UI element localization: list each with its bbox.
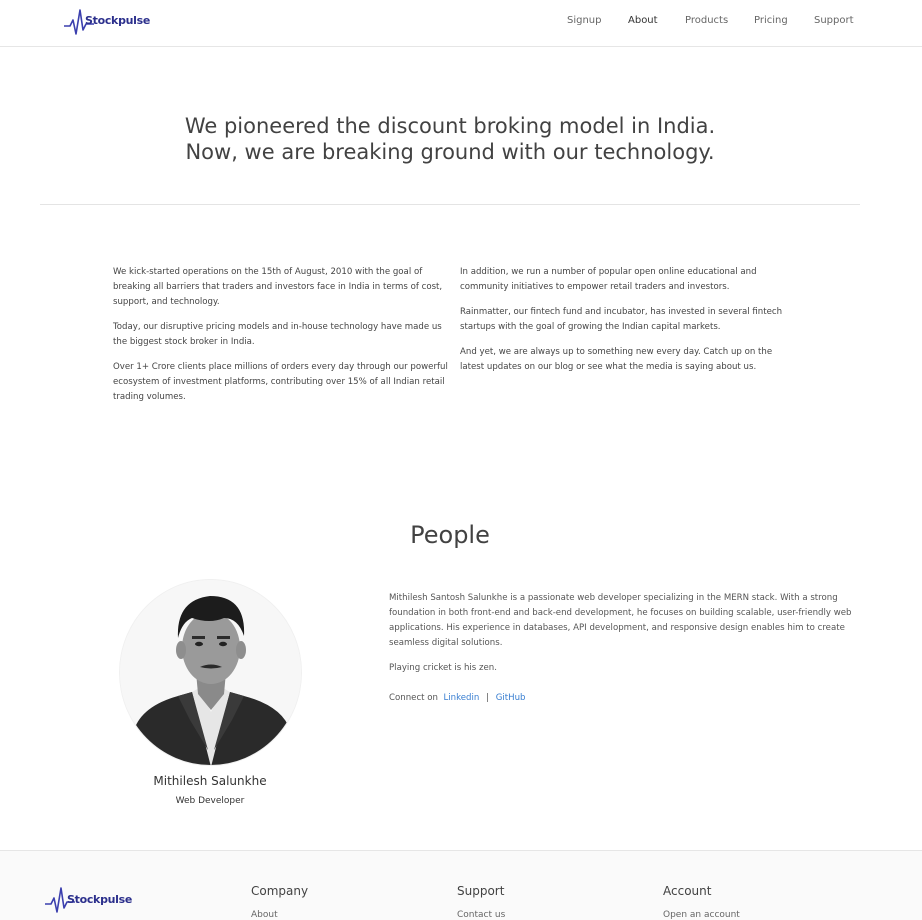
people-title: People xyxy=(410,521,490,549)
footer-link-contact[interactable]: Contact us xyxy=(457,910,505,920)
about-paragraph: In addition, we run a number of popular … xyxy=(460,267,757,292)
footer-heading-company: Company xyxy=(251,884,309,898)
hero-line-1: We pioneered the discount broking model … xyxy=(184,114,716,138)
bio-paragraph: Mithilesh Santosh Salunkhe is a passiona… xyxy=(389,593,852,648)
person-role: Web Developer xyxy=(175,796,245,806)
person-photo-icon xyxy=(120,580,301,765)
nav-pricing[interactable]: Pricing xyxy=(754,15,788,26)
nav-about[interactable]: About xyxy=(628,15,658,26)
footer-link-about[interactable]: About xyxy=(251,910,278,920)
nav-signup[interactable]: Signup xyxy=(567,15,602,26)
footer-link-open-account[interactable]: Open an account xyxy=(663,910,740,920)
link-separator: | xyxy=(486,693,489,703)
section-divider xyxy=(40,204,860,205)
connect-label: Connect on xyxy=(389,693,438,703)
person-name: Mithilesh Salunkhe xyxy=(153,774,267,788)
nav-support[interactable]: Support xyxy=(814,15,854,26)
person-bio: Mithilesh Santosh Salunkhe is a passiona… xyxy=(389,591,854,706)
footer-heading-support: Support xyxy=(457,884,505,898)
person-avatar xyxy=(119,579,302,766)
footer-brand-name: Stockpulse xyxy=(67,893,133,906)
footer: Stockpulse Company About Support Contact… xyxy=(0,850,922,920)
nav-products[interactable]: Products xyxy=(685,15,728,26)
hero-line-2: Now, we are breaking ground with our tec… xyxy=(185,140,715,164)
hero-heading: We pioneered the discount broking model … xyxy=(0,113,900,165)
linkedin-link[interactable]: Linkedin xyxy=(443,693,479,703)
about-paragraph: Rainmatter, our fintech fund and incubat… xyxy=(460,307,783,332)
about-right-column: In addition, we run a number of popular … xyxy=(460,265,795,385)
about-left-column: We kick-started operations on the 15th o… xyxy=(113,265,448,415)
bio-hobby: Playing cricket is his zen. xyxy=(389,663,497,673)
top-navbar: Stockpulse Signup About Products Pricing… xyxy=(0,0,922,47)
about-paragraph: Over 1+ Crore clients place millions of … xyxy=(113,362,448,402)
footer-brand-logo[interactable]: Stockpulse xyxy=(45,884,132,918)
footer-heading-account: Account xyxy=(663,884,712,898)
nav-links: Signup About Products Pricing Support xyxy=(0,15,922,31)
about-paragraph: Today, our disruptive pricing models and… xyxy=(113,322,442,347)
github-link[interactable]: GitHub xyxy=(496,693,526,703)
connect-links: Connect on Linkedin | GitHub xyxy=(389,691,854,706)
about-paragraph: We kick-started operations on the 15th o… xyxy=(113,267,443,307)
about-paragraph: And yet, we are always up to something n… xyxy=(460,347,773,372)
